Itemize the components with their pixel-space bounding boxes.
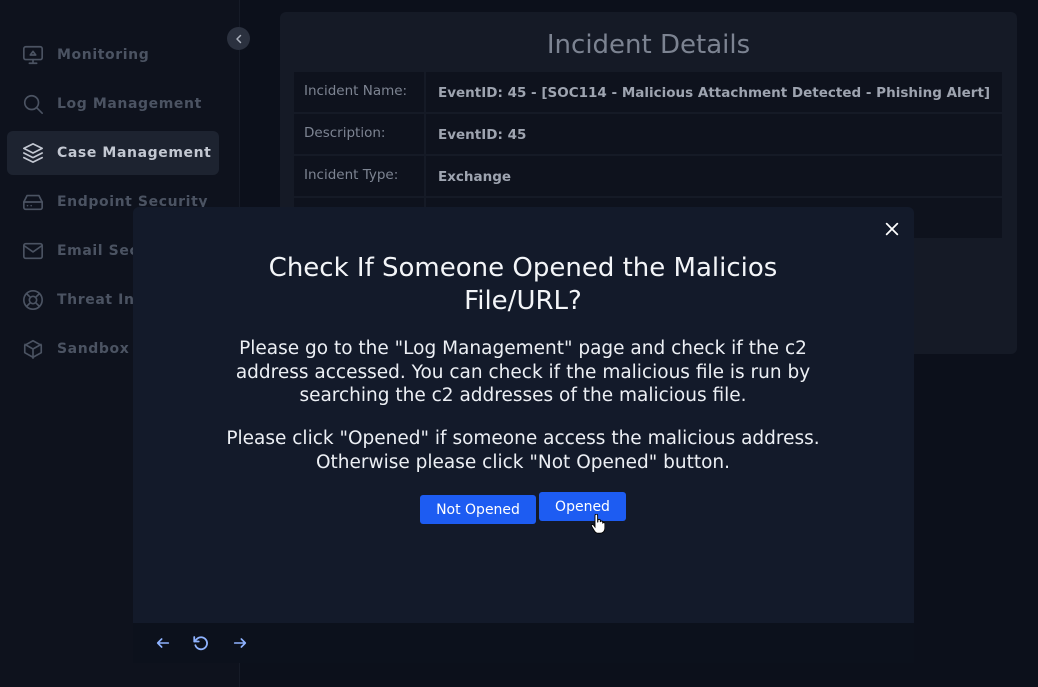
- hard-drive-icon: [21, 190, 45, 214]
- panel-title: Incident Details: [546, 30, 751, 60]
- modal-instructions: Please go to the "Log Management" page a…: [235, 338, 811, 406]
- sidebar-item-label: Threat Int: [57, 292, 142, 308]
- sidebar-item-label: Log Management: [57, 96, 202, 112]
- back-button[interactable]: [152, 632, 174, 654]
- mail-icon: [21, 239, 45, 263]
- close-icon: [885, 222, 899, 236]
- table-row: Description: EventID: 45: [294, 114, 1002, 154]
- sidebar-item-label: Email Sec: [57, 243, 139, 259]
- lifebuoy-icon: [21, 288, 45, 312]
- arrow-right-icon: [233, 638, 247, 648]
- sidebar-item-label: Case Management: [57, 145, 212, 161]
- modal-title: Check If Someone Opened the Malicios Fil…: [268, 253, 778, 316]
- sidebar-item-monitoring[interactable]: Monitoring: [7, 33, 219, 77]
- restart-button[interactable]: [190, 632, 212, 654]
- search-icon: [21, 92, 45, 116]
- forward-button[interactable]: [229, 632, 251, 654]
- row-key: Incident Name:: [294, 72, 426, 112]
- sidebar-collapse-button[interactable]: [227, 27, 250, 50]
- row-key: Incident Type:: [294, 156, 426, 196]
- arrow-left-icon: [156, 638, 170, 648]
- row-key: Description:: [294, 114, 426, 154]
- sidebar-item-label: Sandbox: [57, 341, 130, 357]
- sidebar-item-label: Monitoring: [57, 47, 150, 63]
- row-value: Exchange: [426, 156, 1002, 196]
- opened-button[interactable]: Opened: [539, 492, 626, 521]
- box-icon: [21, 337, 45, 361]
- not-opened-button[interactable]: Not Opened: [420, 495, 536, 524]
- sidebar-item-log-management[interactable]: Log Management: [7, 82, 219, 126]
- row-value: EventID: 45 - [SOC114 - Malicious Attach…: [426, 72, 1002, 112]
- modal-close-button[interactable]: [882, 219, 902, 239]
- row-value: EventID: 45: [426, 114, 1002, 154]
- monitor-icon: [21, 43, 45, 67]
- rotate-ccw-icon: [193, 636, 208, 651]
- layers-icon: [21, 141, 45, 165]
- hand-cursor-icon: [590, 513, 606, 538]
- table-row: Incident Name: EventID: 45 - [SOC114 - M…: [294, 72, 1002, 112]
- table-row: Incident Type: Exchange: [294, 156, 1002, 196]
- modal-instructions-2: Please click "Opened" if someone access …: [226, 428, 820, 473]
- check-opened-modal: Check If Someone Opened the Malicios Fil…: [133, 207, 914, 623]
- modal-footer: [133, 623, 914, 663]
- chevron-left-icon: [235, 34, 241, 43]
- sidebar-item-case-management[interactable]: Case Management: [7, 131, 219, 175]
